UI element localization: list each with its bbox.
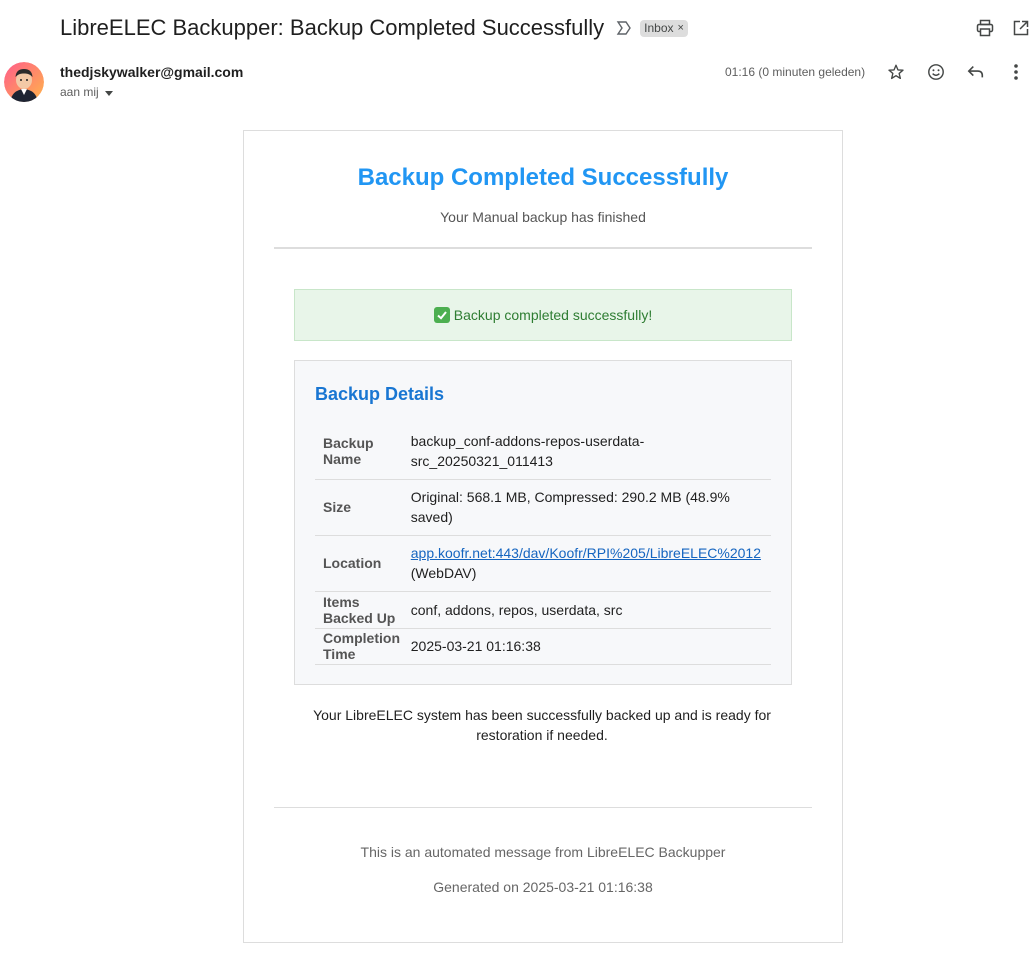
email-timestamp: 01:16 (0 minuten geleden) — [725, 65, 866, 79]
close-icon[interactable]: × — [678, 22, 684, 34]
table-row: Completion Time 2025-03-21 01:16:38 — [315, 628, 771, 665]
table-row: Size Original: 568.1 MB, Compressed: 290… — [315, 479, 771, 536]
divider — [274, 807, 812, 808]
closing-message: Your LibreELEC system has been successfu… — [313, 707, 771, 743]
recipient-text: aan mij — [60, 85, 99, 99]
details-table: Backup Name backup_conf-addons-repos-use… — [315, 423, 771, 665]
sender-name[interactable]: thedjskywalker@gmail.com — [60, 64, 243, 80]
top-actions — [959, 18, 1031, 38]
detail-key: Backup Name — [315, 423, 411, 480]
backup-details-panel: Backup Details Backup Name backup_conf-a… — [294, 360, 792, 685]
table-row: Location app.koofr.net:443/dav/Koofr/RPI… — [315, 535, 771, 592]
detail-key: Completion Time — [315, 628, 411, 665]
table-row: Backup Name backup_conf-addons-repos-use… — [315, 423, 771, 480]
details-title: Backup Details — [315, 384, 445, 404]
subject-row: LibreELEC Backupper: Backup Completed Su… — [60, 13, 688, 43]
caret-down-icon[interactable] — [104, 85, 113, 99]
open-in-new-window-icon[interactable] — [1011, 18, 1031, 38]
recipient-line[interactable]: aan mij — [60, 85, 113, 99]
email-subject: LibreELEC Backupper: Backup Completed Su… — [60, 15, 605, 40]
detail-value: Original: 568.1 MB, Compressed: 290.2 MB… — [410, 479, 771, 536]
email-body-card: Backup Completed Successfully Your Manua… — [243, 130, 843, 943]
footer-generated-date: Generated on 2025-03-21 01:16:38 — [433, 879, 653, 895]
detail-value: app.koofr.net:443/dav/Koofr/RPI%205/Libr… — [410, 535, 771, 592]
divider — [274, 247, 812, 249]
detail-value: 2025-03-21 01:16:38 — [410, 628, 771, 665]
detail-key: Size — [315, 479, 411, 536]
body-title: Backup Completed Successfully — [357, 164, 729, 191]
detail-key: Location — [315, 535, 411, 592]
star-icon[interactable] — [885, 61, 907, 83]
print-icon[interactable] — [975, 18, 995, 38]
body-subtitle: Your Manual backup has finished — [440, 209, 646, 225]
avatar[interactable] — [4, 62, 44, 102]
table-row: Items Backed Up conf, addons, repos, use… — [315, 591, 771, 629]
location-suffix: (WebDAV) — [410, 565, 477, 581]
detail-value: backup_conf-addons-repos-userdata-src_20… — [410, 423, 771, 480]
more-vert-icon[interactable] — [1005, 61, 1027, 83]
detail-value: conf, addons, repos, userdata, src — [410, 591, 771, 629]
inbox-label-chip[interactable]: Inbox × — [640, 19, 688, 37]
check-mark-button-icon — [433, 307, 450, 323]
label-text: Inbox — [644, 20, 674, 35]
importance-marker-icon[interactable] — [616, 20, 632, 36]
footer-automated-note: This is an automated message from LibreE… — [360, 844, 726, 860]
reply-icon[interactable] — [965, 61, 987, 83]
success-message: Backup completed successfully! — [453, 307, 653, 323]
detail-key: Items Backed Up — [315, 591, 411, 629]
location-link[interactable]: app.koofr.net:443/dav/Koofr/RPI%205/Libr… — [411, 545, 761, 561]
smiley-icon[interactable] — [925, 61, 947, 83]
message-actions — [885, 61, 1027, 83]
success-banner: Backup completed successfully! — [294, 289, 792, 341]
